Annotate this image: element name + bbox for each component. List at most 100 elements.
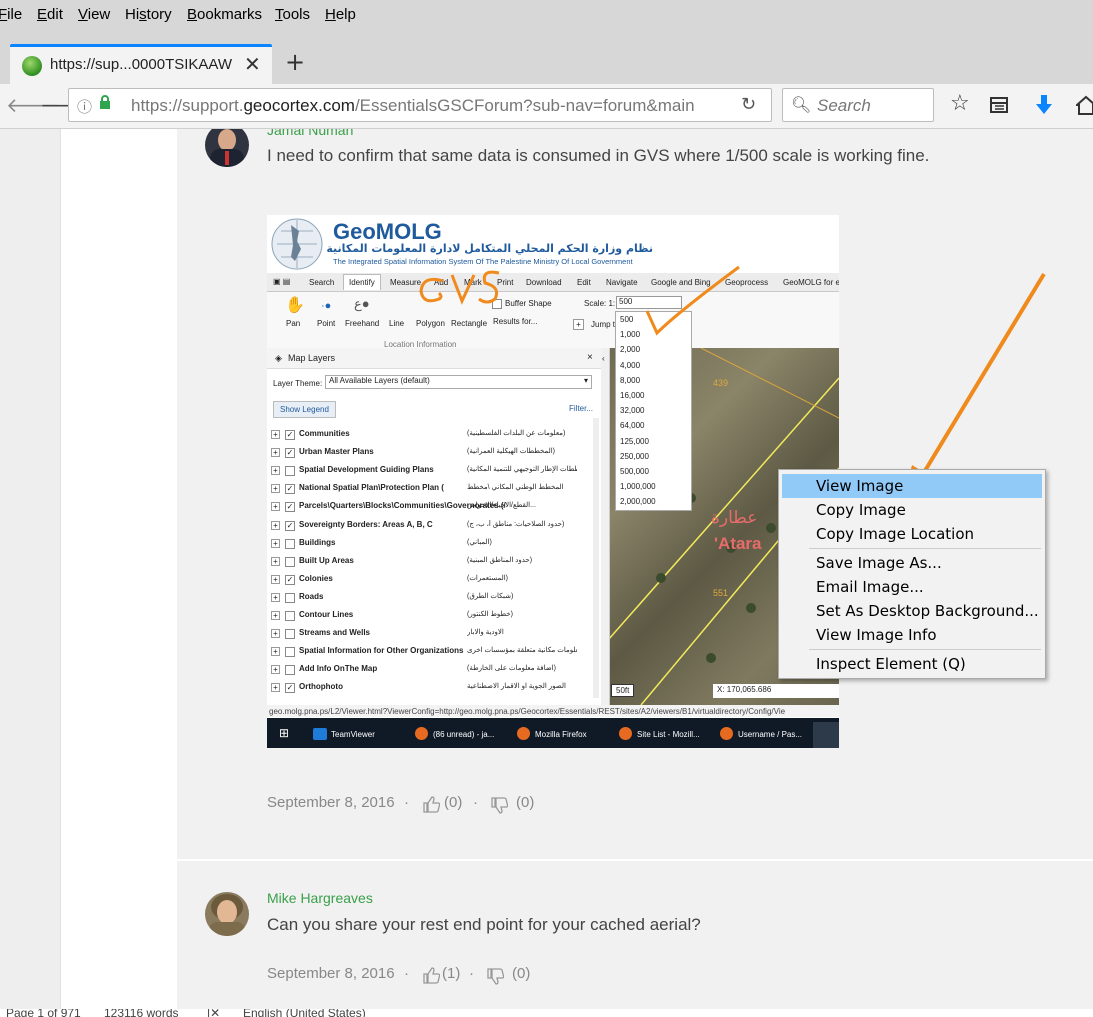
- expand-layer-icon[interactable]: +: [271, 647, 280, 657]
- download-icon[interactable]: [1034, 94, 1054, 116]
- layer-checkbox[interactable]: [285, 592, 295, 603]
- map-latin-label: 'Atara: [714, 534, 762, 553]
- layer-checkbox[interactable]: [285, 665, 295, 676]
- taskbar-site-list[interactable]: Site List - Mozill...: [637, 730, 700, 739]
- menu-save-image-as[interactable]: Save Image As...: [779, 551, 1045, 575]
- post-text: I need to confirm that same data is cons…: [267, 146, 930, 165]
- windows-start-icon[interactable]: ⊞: [279, 726, 289, 740]
- taskbar-firefox[interactable]: Mozilla Firefox: [535, 730, 587, 739]
- thumbs-down-icon[interactable]: [490, 797, 508, 815]
- author-name[interactable]: Mike Hargreaves: [267, 890, 373, 906]
- layer-checkbox[interactable]: ✓: [285, 683, 295, 694]
- close-tab-icon[interactable]: ✕: [244, 52, 261, 76]
- embedded-status-bar: geo.molg.pna.ps/L2/Viewer.html?ViewerCon…: [267, 705, 839, 717]
- expand-layer-icon[interactable]: +: [271, 629, 280, 639]
- scale-option[interactable]: 500,000: [620, 467, 649, 476]
- menu-bookmarks[interactable]: Bookmarks: [187, 6, 262, 23]
- layer-checkbox[interactable]: ✓: [285, 484, 295, 495]
- menu-view-image[interactable]: View Image: [782, 474, 1042, 498]
- scale-option[interactable]: 32,000: [620, 406, 644, 415]
- expand-layer-icon[interactable]: +: [271, 538, 280, 548]
- panel-collapse-bar[interactable]: ‹: [601, 348, 610, 705]
- layer-checkbox[interactable]: [285, 647, 295, 658]
- taskbar-teamviewer[interactable]: TeamViewer: [331, 730, 375, 739]
- scale-option[interactable]: 1,000,000: [620, 482, 656, 491]
- home-icon[interactable]: [1076, 95, 1093, 115]
- thumbs-down-icon[interactable]: [486, 968, 504, 986]
- layer-checkbox[interactable]: [285, 556, 295, 567]
- tab-strip: https://sup...0000TSIKAAW ✕: [0, 32, 1093, 84]
- info-icon[interactable]: ⓘ: [77, 96, 92, 117]
- expand-layer-icon[interactable]: +: [271, 502, 280, 512]
- expand-layer-icon[interactable]: +: [271, 574, 280, 584]
- scale-option[interactable]: 250,000: [620, 452, 649, 461]
- expand-layer-icon[interactable]: +: [271, 683, 280, 693]
- thumbs-up-icon[interactable]: [422, 966, 440, 984]
- layer-checkbox[interactable]: [285, 466, 295, 477]
- menu-email-image[interactable]: Email Image...: [779, 575, 1045, 599]
- url-text: https://support.geocortex.com/Essentials…: [131, 96, 695, 115]
- expand-layer-icon[interactable]: +: [271, 430, 280, 439]
- site-favicon-icon: [22, 56, 42, 76]
- layer-checkbox[interactable]: ✓: [285, 448, 295, 459]
- taskbar-active-app[interactable]: [813, 722, 839, 748]
- firefox-icon: [517, 727, 530, 740]
- map-parcel-551: 551: [713, 588, 729, 598]
- scale-option[interactable]: 2,000,000: [620, 497, 656, 506]
- dislike-count: (0): [516, 794, 535, 811]
- layer-checkbox[interactable]: ✓: [285, 574, 295, 585]
- expand-layer-icon[interactable]: +: [271, 520, 280, 530]
- menu-file[interactable]: File: [0, 6, 22, 23]
- scale-option[interactable]: 125,000: [620, 437, 649, 446]
- layer-checkbox[interactable]: ✓: [285, 520, 295, 531]
- new-tab-icon[interactable]: +: [285, 48, 305, 76]
- expand-layer-icon[interactable]: +: [271, 448, 280, 458]
- layer-checkbox[interactable]: [285, 611, 295, 621]
- menu-view-image-info[interactable]: View Image Info: [779, 623, 1045, 647]
- avatar-jamal[interactable]: [205, 129, 249, 167]
- menu-history[interactable]: History: [125, 6, 172, 23]
- menu-copy-image[interactable]: Copy Image: [779, 498, 1045, 522]
- layer-checkbox[interactable]: ✓: [285, 430, 295, 440]
- layer-checkbox[interactable]: [285, 538, 295, 549]
- layer-checkbox[interactable]: [285, 629, 295, 640]
- reload-icon[interactable]: ↻: [741, 94, 756, 115]
- menu-copy-image-location[interactable]: Copy Image Location: [779, 522, 1045, 546]
- menu-view[interactable]: View: [78, 6, 110, 23]
- taskbar-email[interactable]: (86 unread) - ja...: [433, 730, 494, 739]
- author-name[interactable]: Jamal Numan: [267, 129, 353, 138]
- expand-layer-icon[interactable]: +: [271, 556, 280, 566]
- bookmark-star-icon[interactable]: ☆: [950, 91, 970, 116]
- map-scalebar: 50ft: [611, 684, 635, 697]
- menu-set-desktop-background[interactable]: Set As Desktop Background...: [779, 599, 1045, 623]
- layer-name: National Spatial Plan\Protection Plan (: [299, 483, 444, 493]
- layer-arabic-name: المخطط الوطني المكاني \مخطط: [467, 484, 564, 492]
- menu-inspect-element[interactable]: Inspect Element (Q): [779, 652, 1045, 676]
- filter-link[interactable]: Filter...: [569, 404, 593, 413]
- meta-separator: ·: [404, 965, 409, 982]
- show-legend-button[interactable]: Show Legend: [273, 401, 336, 418]
- expand-layer-icon[interactable]: +: [271, 665, 280, 675]
- taskbar-username[interactable]: Username / Pas...: [738, 730, 802, 739]
- firefox-icon: [415, 727, 428, 740]
- layer-arabic-name: القطع/الاحياء/الاحواض...: [467, 502, 536, 510]
- menu-bar: File Edit View History Bookmarks Tools H…: [0, 0, 1093, 32]
- scale-option[interactable]: 64,000: [620, 421, 644, 430]
- browser-tab[interactable]: https://sup...0000TSIKAAW ✕: [10, 44, 272, 84]
- search-icon: 🔍︎: [791, 95, 812, 114]
- search-bar[interactable]: 🔍︎ Search: [782, 88, 934, 122]
- reading-list-icon[interactable]: [990, 96, 1008, 114]
- expand-layer-icon[interactable]: +: [271, 466, 280, 476]
- url-bar[interactable]: ⓘ https://support.geocortex.com/Essentia…: [68, 88, 772, 122]
- menu-tools[interactable]: Tools: [275, 6, 310, 23]
- expand-layer-icon[interactable]: +: [271, 484, 280, 494]
- expand-layer-icon[interactable]: +: [271, 592, 280, 602]
- menu-edit[interactable]: Edit: [37, 6, 63, 23]
- expand-layer-icon[interactable]: +: [271, 611, 280, 620]
- thumbs-up-icon[interactable]: [422, 795, 440, 813]
- layer-name: Sovereignty Borders: Areas A, B, C: [299, 519, 433, 529]
- embedded-screenshot[interactable]: GeoMOLG نظام وزارة الحكم المحلي المتكامل…: [267, 215, 839, 748]
- layer-checkbox[interactable]: ✓: [285, 502, 295, 513]
- menu-help[interactable]: Help: [325, 6, 356, 23]
- avatar-mike[interactable]: [205, 892, 249, 936]
